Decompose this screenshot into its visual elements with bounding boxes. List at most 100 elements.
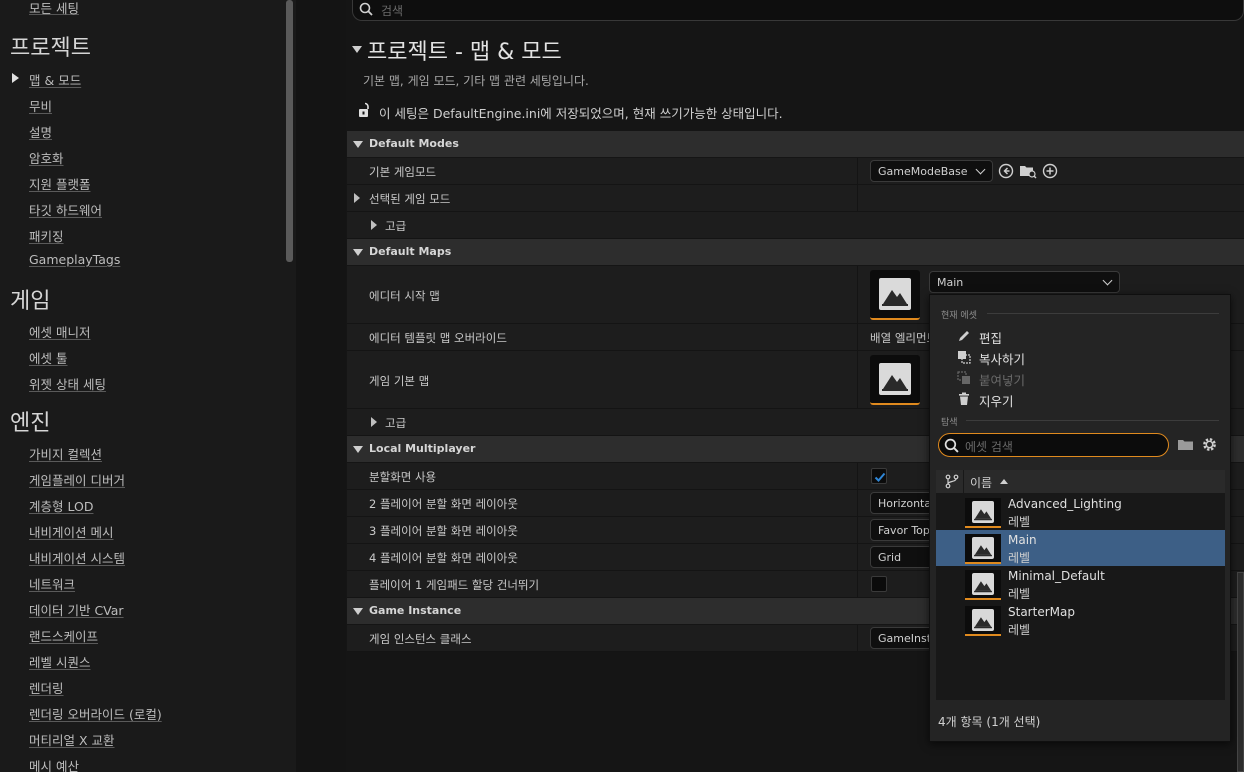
section-title: Default Maps: [369, 245, 452, 258]
property-label: 플레이어 1 게임패드 할당 건너뛰기: [369, 578, 540, 592]
sidebar-item-maps-modes[interactable]: 맵 & 모드: [29, 70, 81, 89]
sidebar-item-rendering[interactable]: 렌더링: [29, 678, 64, 697]
gamemode-value: GameModeBase: [878, 165, 968, 178]
column-divider: [963, 470, 964, 493]
settings-sidebar: 모든 세팅 프로젝트 맵 & 모드 무비 설명 암호화 지원 플랫폼 타깃 하드…: [0, 0, 296, 772]
column-divider: [857, 490, 858, 516]
asset-name: StarterMap: [1008, 605, 1075, 619]
level-thumbnail: [965, 534, 1001, 564]
sidebar-item-description[interactable]: 설명: [29, 122, 52, 141]
sidebar-item-navmesh[interactable]: 내비게이션 메시: [29, 522, 113, 541]
skip-gamepad-checkbox[interactable]: [871, 576, 887, 592]
asset-row[interactable]: Advanced_Lighting 레벨: [936, 494, 1225, 530]
edit-menu-item[interactable]: 편집: [979, 328, 1002, 347]
asset-row-selected[interactable]: Main 레벨: [936, 530, 1225, 566]
advanced-label: 고급: [385, 219, 407, 233]
section-title: Default Modes: [369, 137, 459, 150]
sidebar-item-widget-state[interactable]: 위젯 상태 세팅: [29, 374, 106, 393]
row-selected-gamemode[interactable]: 선택된 게임 모드: [347, 185, 1244, 212]
delete-menu-item[interactable]: 지우기: [979, 391, 1014, 410]
sidebar-item-encryption[interactable]: 암호화: [29, 148, 64, 167]
sidebar-item-all-settings[interactable]: 모든 세팅: [29, 0, 79, 17]
sidebar-category-engine: 엔진: [10, 411, 51, 436]
property-label: 4 플레이어 분할 화면 레이아웃: [369, 551, 518, 565]
sidebar-item-landscape[interactable]: 랜드스케이프: [29, 626, 98, 645]
map-thumbnail[interactable]: [870, 355, 920, 405]
column-divider: [857, 351, 858, 408]
collapse-arrow-icon[interactable]: [353, 446, 363, 453]
splitter[interactable]: [296, 0, 346, 772]
settings-search-input[interactable]: 검색: [352, 0, 1244, 21]
sidebar-item-movies[interactable]: 무비: [29, 96, 52, 115]
asset-row[interactable]: StarterMap 레벨: [936, 602, 1225, 638]
row-advanced-modes[interactable]: 고급: [347, 212, 1244, 239]
sidebar-item-supported-platforms[interactable]: 지원 플랫폼: [29, 174, 90, 193]
pencil-icon: [959, 331, 969, 341]
sidebar-item-materialx[interactable]: 머티리얼 X 교환: [29, 730, 115, 749]
sidebar-category-project: 프로젝트: [10, 36, 91, 61]
asset-picker-popup: 현재 에셋 편집 복사하기 붙여넣기 지우기 탐색 에셋 검색 이름 Advan…: [929, 294, 1231, 742]
combo-value: Horizontal: [878, 497, 935, 510]
asset-type: 레벨: [1008, 587, 1031, 601]
sidebar-item-mesh-budget[interactable]: 메시 예산: [29, 756, 79, 772]
sidebar-item-hlod[interactable]: 계층형 LOD: [29, 496, 93, 515]
array-elements-text: 배열 엘리먼트: [870, 331, 938, 345]
startup-map-combo[interactable]: Main: [929, 271, 1120, 293]
browse-folder-icon[interactable]: [1019, 163, 1037, 179]
source-branch-icon[interactable]: [945, 474, 959, 489]
sidebar-item-target-hardware[interactable]: 타깃 하드웨어: [29, 200, 102, 219]
column-divider: [857, 625, 858, 651]
asset-search-input[interactable]: 에셋 검색: [938, 433, 1169, 457]
paste-menu-item: 붙여넣기: [979, 373, 1026, 388]
splitscreen-checkbox[interactable]: [871, 468, 887, 484]
asset-name: Main: [1008, 533, 1037, 547]
asset-type: 레벨: [1008, 551, 1031, 565]
sidebar-item-gameplay-debugger[interactable]: 게임플레이 디버거: [29, 470, 125, 489]
column-divider: [857, 324, 858, 350]
sidebar-item-nav-system[interactable]: 내비게이션 시스템: [29, 548, 125, 567]
add-circle-icon[interactable]: [1042, 163, 1058, 179]
sidebar-scrollbar[interactable]: [286, 0, 293, 262]
combo-value: Favor Top: [878, 524, 930, 537]
collapse-arrow-icon[interactable]: [353, 608, 363, 615]
sidebar-item-packaging[interactable]: 패키징: [29, 226, 64, 245]
asset-list-header[interactable]: 이름: [936, 470, 1225, 493]
level-thumbnail: [965, 570, 1001, 600]
copy-menu-item[interactable]: 복사하기: [979, 349, 1025, 368]
expand-arrow-icon[interactable]: [354, 193, 360, 203]
collapse-arrow-icon[interactable]: [353, 249, 363, 256]
sidebar-item-asset-tools[interactable]: 에셋 툴: [29, 348, 67, 367]
back-arrow-circle-icon[interactable]: [998, 163, 1014, 179]
expand-arrow-icon[interactable]: [371, 417, 377, 427]
asset-type: 레벨: [1008, 623, 1031, 637]
expand-arrow-icon[interactable]: [371, 220, 377, 230]
gamemode-combo[interactable]: GameModeBase: [870, 160, 993, 182]
advanced-label: 고급: [385, 416, 407, 430]
sidebar-item-rendering-override[interactable]: 렌더링 오버라이드 (로컬): [29, 704, 162, 723]
sidebar-item-asset-manager[interactable]: 에셋 매니저: [29, 322, 90, 341]
property-label: 선택된 게임 모드: [369, 192, 451, 206]
property-label: 2 플레이어 분할 화면 레이아웃: [369, 497, 518, 511]
section-default-maps[interactable]: Default Maps: [347, 239, 1244, 265]
gear-icon[interactable]: [1201, 436, 1218, 453]
level-thumbnail: [965, 606, 1001, 636]
sidebar-item-level-sequence[interactable]: 레벨 시퀀스: [29, 652, 90, 671]
panel-scrollbar[interactable]: [1237, 572, 1244, 772]
sidebar-item-network[interactable]: 네트워크: [29, 574, 75, 593]
map-thumbnail[interactable]: [870, 270, 920, 320]
name-column-header[interactable]: 이름: [970, 474, 992, 491]
config-status-text: 이 세팅은 DefaultEngine.ini에 저장되었으며, 현재 쓰기가능…: [379, 106, 783, 121]
sidebar-item-data-cvar[interactable]: 데이터 기반 CVar: [29, 600, 124, 619]
collapse-arrow-icon[interactable]: [353, 141, 363, 148]
divider: [966, 420, 1219, 421]
unlock-icon: [359, 102, 369, 117]
collapse-arrow-icon[interactable]: [352, 46, 362, 53]
sidebar-item-gameplaytags[interactable]: GameplayTags: [29, 252, 120, 267]
browse-folder-icon[interactable]: [1177, 437, 1195, 453]
asset-row[interactable]: Minimal_Default 레벨: [936, 566, 1225, 602]
property-label: 3 플레이어 분할 화면 레이아웃: [369, 524, 518, 538]
sort-ascending-icon[interactable]: [1000, 479, 1008, 484]
sidebar-item-garbage-collection[interactable]: 가비지 컬렉션: [29, 444, 102, 463]
checkmark-icon: [874, 472, 886, 482]
section-default-modes[interactable]: Default Modes: [347, 131, 1244, 157]
